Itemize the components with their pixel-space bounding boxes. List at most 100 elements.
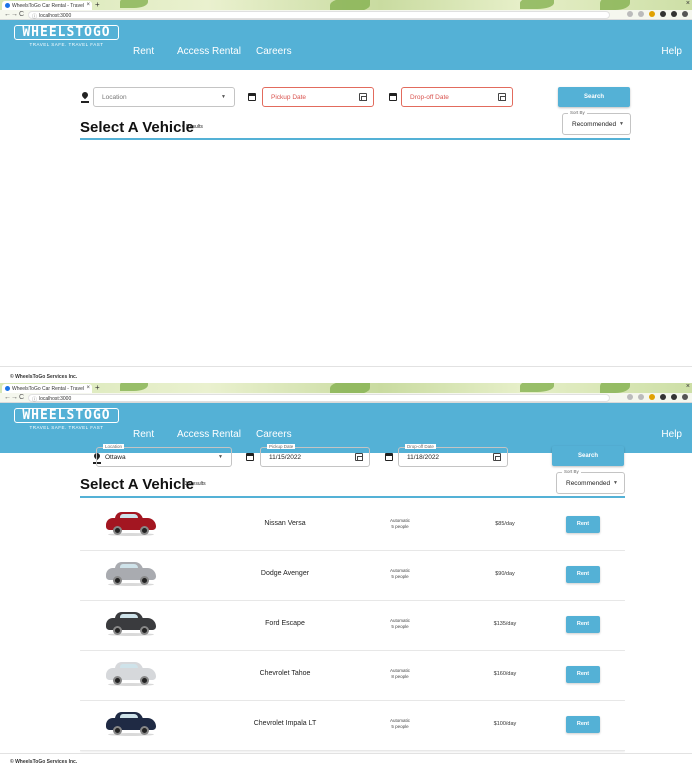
footer-text: © WheelsToGo Services Inc. xyxy=(10,374,78,380)
browser-tab[interactable]: WheelsToGo Car Rental - Travel × xyxy=(2,384,92,393)
star-icon[interactable] xyxy=(638,394,644,400)
vehicle-price: $160/day xyxy=(493,671,517,677)
dropoff-date-field[interactable]: Drop-off Date 11/18/2022 xyxy=(398,444,508,467)
vehicle-name: Dodge Avenger xyxy=(260,570,310,577)
extension-icon[interactable] xyxy=(649,11,655,17)
sort-label: Sort By xyxy=(562,469,581,474)
search-button[interactable]: Search xyxy=(552,446,624,466)
leaf-decoration xyxy=(120,383,148,391)
nav-access-rental[interactable]: Access Rental xyxy=(177,429,241,440)
vehicle-name: Chevrolet Tahoe xyxy=(259,670,311,677)
dropoff-date-field[interactable]: Drop-off Date xyxy=(401,87,513,107)
url-input[interactable]: ⓘ localhost:3000 xyxy=(28,394,610,403)
tab-title: WheelsToGo Car Rental - Travel xyxy=(12,3,84,9)
white-suv-car-icon xyxy=(106,661,156,686)
leaf-decoration xyxy=(600,0,630,10)
nav-careers[interactable]: Careers xyxy=(256,46,292,57)
leaf-decoration xyxy=(330,383,370,393)
rent-button[interactable]: Rent xyxy=(566,616,600,633)
profile-icon[interactable] xyxy=(682,11,688,17)
nav-help[interactable]: Help xyxy=(661,429,682,440)
vehicle-specs: Automatic 5 people xyxy=(380,518,420,530)
results-count: 0 Results xyxy=(182,124,203,130)
date-picker-icon[interactable] xyxy=(498,93,506,101)
back-icon[interactable]: ← xyxy=(4,11,11,19)
vehicle-price: $100/day xyxy=(493,721,517,727)
location-pin-icon xyxy=(81,92,89,103)
profile-icon[interactable] xyxy=(682,394,688,400)
nav-careers[interactable]: Careers xyxy=(256,429,292,440)
vehicle-price: $90/day xyxy=(495,571,515,577)
browser-tab-bar: WheelsToGo Car Rental - Travel × + × xyxy=(0,383,692,393)
favicon-icon xyxy=(5,3,10,8)
nav-rent[interactable]: Rent xyxy=(133,429,154,440)
nav-rent[interactable]: Rent xyxy=(133,46,154,57)
footer-divider xyxy=(0,753,692,754)
pickup-label: Pickup Date xyxy=(267,444,296,449)
vehicle-capacity: 5 people xyxy=(391,524,409,529)
extension-icons xyxy=(627,394,688,400)
red-hatchback-car-icon xyxy=(106,511,156,536)
calendar-icon xyxy=(389,93,397,101)
footer-text: © WheelsToGo Services Inc. xyxy=(10,759,78,765)
vehicle-price: $85/day xyxy=(495,521,515,527)
leaf-decoration xyxy=(600,383,630,393)
silver-sedan-car-icon xyxy=(106,561,156,586)
vehicle-specs: Automatic 5 people xyxy=(380,618,420,630)
window-close-icon[interactable]: × xyxy=(686,0,690,7)
puzzle-icon[interactable] xyxy=(660,11,666,17)
info-icon: ⓘ xyxy=(32,14,38,20)
new-tab-icon[interactable]: + xyxy=(95,1,100,9)
forward-icon[interactable]: → xyxy=(11,11,18,19)
footer-divider xyxy=(0,366,692,367)
logo[interactable]: WHEELSTOGO TRAVEL SAFE. TRAVEL FAST xyxy=(14,25,119,49)
logo[interactable]: WHEELSTOGO TRAVEL SAFE. TRAVEL FAST xyxy=(14,408,119,432)
pickup-date-field[interactable]: Pickup Date xyxy=(262,87,374,107)
chevron-down-icon: ▼ xyxy=(619,121,624,127)
leaf-decoration xyxy=(520,383,554,392)
rent-button[interactable]: Rent xyxy=(566,666,600,683)
location-value: Ottawa xyxy=(105,454,126,461)
date-picker-icon[interactable] xyxy=(355,453,363,461)
sort-select[interactable]: Sort By Recommended ▼ xyxy=(562,110,631,135)
share-icon[interactable] xyxy=(627,11,633,17)
date-picker-icon[interactable] xyxy=(493,453,501,461)
vehicle-specs: Automatic 5 people xyxy=(380,718,420,730)
close-tab-icon[interactable]: × xyxy=(86,2,90,8)
window-close-icon[interactable]: × xyxy=(686,383,690,390)
chevron-down-icon: ▼ xyxy=(613,480,618,486)
new-tab-icon[interactable]: + xyxy=(95,384,100,392)
rent-button[interactable]: Rent xyxy=(566,516,600,533)
app-header: WHEELSTOGO TRAVEL SAFE. TRAVEL FAST Rent… xyxy=(0,20,692,70)
reload-icon[interactable]: C xyxy=(19,11,24,19)
search-button[interactable]: Search xyxy=(558,87,630,107)
back-icon[interactable]: ← xyxy=(4,394,11,402)
url-input[interactable]: ⓘ localhost:3000 xyxy=(28,11,610,20)
sort-select[interactable]: Sort By Recommended ▼ xyxy=(556,469,625,494)
rent-button[interactable]: Rent xyxy=(566,566,600,583)
forward-icon[interactable]: → xyxy=(11,394,18,402)
url-text: localhost:3000 xyxy=(39,13,72,19)
date-picker-icon[interactable] xyxy=(359,93,367,101)
pickup-date-field[interactable]: Pickup Date 11/15/2022 xyxy=(260,444,370,467)
browser-tab[interactable]: WheelsToGo Car Rental - Travel × xyxy=(2,1,92,10)
location-select[interactable]: Location ▼ xyxy=(93,87,235,107)
close-tab-icon[interactable]: × xyxy=(86,385,90,391)
nav-help[interactable]: Help xyxy=(661,46,682,57)
rent-button[interactable]: Rent xyxy=(566,716,600,733)
chevron-down-icon: ▼ xyxy=(218,454,223,460)
reload-icon[interactable]: C xyxy=(19,394,24,402)
sidebar-icon[interactable] xyxy=(671,394,677,400)
puzzle-icon[interactable] xyxy=(660,394,666,400)
share-icon[interactable] xyxy=(627,394,633,400)
sort-label: Sort By xyxy=(568,110,587,115)
star-icon[interactable] xyxy=(638,11,644,17)
nav-access-rental[interactable]: Access Rental xyxy=(177,46,241,57)
vehicle-capacity: 5 people xyxy=(391,574,409,579)
sort-value: Recommended xyxy=(572,121,617,128)
navy-sedan-car-icon xyxy=(106,711,156,736)
location-select[interactable]: Location Ottawa ▼ xyxy=(96,444,232,467)
pickup-placeholder: Pickup Date xyxy=(271,94,307,101)
extension-icon[interactable] xyxy=(649,394,655,400)
sidebar-icon[interactable] xyxy=(671,11,677,17)
